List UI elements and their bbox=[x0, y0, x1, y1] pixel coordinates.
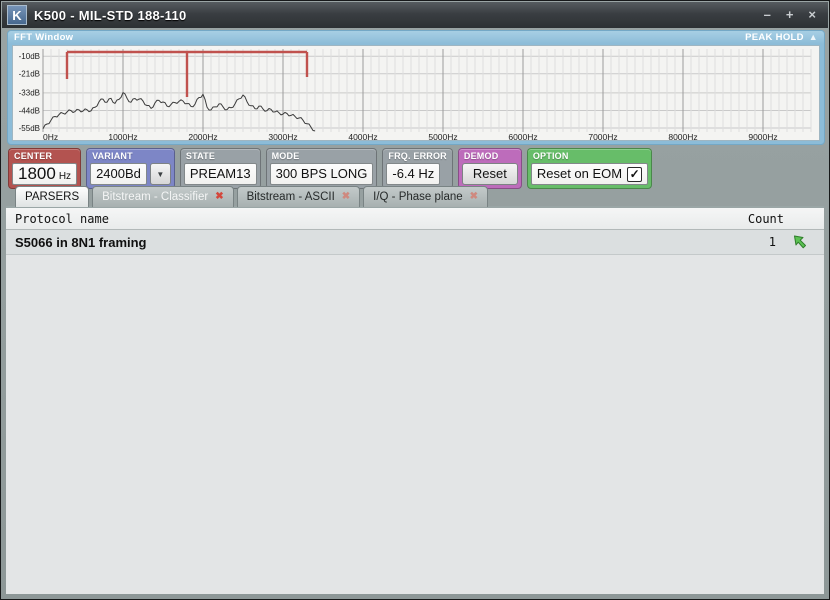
reset-on-eom-checkbox[interactable]: ✓ bbox=[627, 167, 642, 182]
protocol-name-cell: S5066 in 8N1 framing bbox=[6, 235, 746, 250]
close-icon[interactable]: × bbox=[808, 8, 816, 22]
svg-text:5000Hz: 5000Hz bbox=[428, 132, 457, 142]
minimize-icon[interactable]: – bbox=[764, 8, 771, 22]
svg-text:9000Hz: 9000Hz bbox=[748, 132, 777, 142]
svg-text:8000Hz: 8000Hz bbox=[668, 132, 697, 142]
app-window: K K500 - MIL-STD 188-110 – + × FFT Windo… bbox=[0, 0, 830, 600]
parsers-content: Protocol name Count S5066 in 8N1 framing… bbox=[6, 206, 824, 594]
frequency-error-panel: FRQ. ERROR -6.4 Hz bbox=[382, 148, 453, 189]
svg-text:2000Hz: 2000Hz bbox=[188, 132, 217, 142]
fft-panel: FFT Window PEAK HOLD ▲ -10dB -21dB -33dB -4… bbox=[7, 30, 825, 145]
count-column-header: Count bbox=[748, 212, 824, 226]
option-panel: OPTION Reset on EOM ✓ bbox=[527, 148, 652, 189]
reset-on-eom-option: Reset on EOM ✓ bbox=[531, 163, 648, 185]
svg-text:-44dB: -44dB bbox=[19, 106, 40, 115]
chevron-down-icon: ▼ bbox=[156, 165, 164, 184]
center-label: CENTER bbox=[12, 150, 77, 163]
tab-close-icon[interactable]: ✖ bbox=[470, 192, 478, 202]
tab-iq-phase-plane[interactable]: I/Q - Phase plane ✖ bbox=[363, 186, 488, 207]
center-frequency-value[interactable]: 1800 Hz bbox=[12, 163, 77, 185]
fft-panel-title: FFT Window bbox=[14, 32, 73, 43]
svg-text:4000Hz: 4000Hz bbox=[348, 132, 377, 142]
peak-hold-toggle[interactable]: PEAK HOLD ▲ bbox=[745, 32, 818, 43]
peak-hold-label: PEAK HOLD bbox=[745, 32, 804, 43]
variant-label: VARIANT bbox=[90, 150, 171, 163]
tab-label: Bitstream - Classifier bbox=[102, 191, 208, 203]
count-cell: 1 bbox=[746, 235, 776, 249]
mode-value: 300 BPS LONG bbox=[270, 163, 374, 185]
variant-panel: VARIANT 2400Bd ▼ bbox=[86, 148, 175, 189]
demod-panel: DEMOD Reset bbox=[458, 148, 522, 189]
svg-text:-33dB: -33dB bbox=[19, 89, 40, 98]
protocol-name-column-header: Protocol name bbox=[6, 212, 748, 226]
tab-bar: PARSERS Bitstream - Classifier ✖ Bitstre… bbox=[15, 186, 824, 207]
table-row[interactable]: S5066 in 8N1 framing 1 bbox=[6, 230, 824, 255]
tab-label: I/Q - Phase plane bbox=[373, 191, 463, 203]
tab-label: PARSERS bbox=[25, 191, 79, 203]
svg-text:-55dB: -55dB bbox=[19, 124, 40, 133]
mode-label: MODE bbox=[270, 150, 374, 163]
tab-close-icon[interactable]: ✖ bbox=[215, 192, 223, 202]
fft-panel-header: FFT Window PEAK HOLD ▲ bbox=[8, 31, 824, 44]
svg-text:-21dB: -21dB bbox=[19, 70, 40, 79]
maximize-icon[interactable]: + bbox=[786, 8, 794, 22]
state-value: PREAM13 bbox=[184, 163, 257, 185]
center-frequency-panel: CENTER 1800 Hz bbox=[8, 148, 81, 189]
table-header: Protocol name Count bbox=[6, 208, 824, 230]
frequency-error-value: -6.4 Hz bbox=[386, 163, 440, 185]
svg-text:7000Hz: 7000Hz bbox=[588, 132, 617, 142]
svg-text:-10dB: -10dB bbox=[19, 52, 40, 61]
reset-on-eom-label: Reset on EOM bbox=[537, 164, 622, 184]
demod-label: DEMOD bbox=[462, 150, 518, 163]
chevron-up-icon: ▲ bbox=[809, 33, 818, 42]
svg-text:6000Hz: 6000Hz bbox=[508, 132, 537, 142]
svg-text:1000Hz: 1000Hz bbox=[108, 132, 137, 142]
svg-text:0Hz: 0Hz bbox=[43, 132, 58, 142]
center-frequency-unit: Hz bbox=[59, 167, 71, 187]
state-panel: STATE PREAM13 bbox=[180, 148, 261, 189]
tab-bitstream-ascii[interactable]: Bitstream - ASCII ✖ bbox=[237, 186, 361, 207]
tab-label: Bitstream - ASCII bbox=[247, 191, 335, 203]
title-bar: K K500 - MIL-STD 188-110 – + × bbox=[2, 2, 828, 28]
variant-value: 2400Bd bbox=[90, 163, 147, 185]
control-strip: CENTER 1800 Hz VARIANT 2400Bd ▼ STATE PR… bbox=[8, 148, 824, 185]
tab-parsers[interactable]: PARSERS bbox=[15, 186, 89, 207]
goto-stream-icon[interactable] bbox=[792, 234, 808, 250]
fft-plot[interactable]: -10dB -21dB -33dB -44dB -55dB0Hz 1000Hz 2000Hz… bbox=[13, 46, 821, 142]
mode-panel: MODE 300 BPS LONG bbox=[266, 148, 378, 189]
option-label: OPTION bbox=[531, 150, 648, 163]
svg-text:3000Hz: 3000Hz bbox=[268, 132, 297, 142]
tab-bitstream-classifier[interactable]: Bitstream - Classifier ✖ bbox=[92, 186, 233, 207]
window-title: K500 - MIL-STD 188-110 bbox=[34, 8, 187, 23]
checkmark-icon: ✓ bbox=[630, 168, 640, 180]
state-label: STATE bbox=[184, 150, 257, 163]
variant-dropdown-button[interactable]: ▼ bbox=[150, 163, 171, 185]
fft-plot-area: -10dB -21dB -33dB -44dB -55dB0Hz 1000Hz 2000Hz… bbox=[12, 45, 820, 141]
tab-close-icon[interactable]: ✖ bbox=[342, 192, 350, 202]
center-frequency-number: 1800 bbox=[18, 164, 56, 184]
app-icon: K bbox=[7, 5, 27, 25]
frequency-error-label: FRQ. ERROR bbox=[386, 150, 449, 163]
demod-reset-button[interactable]: Reset bbox=[462, 163, 518, 185]
